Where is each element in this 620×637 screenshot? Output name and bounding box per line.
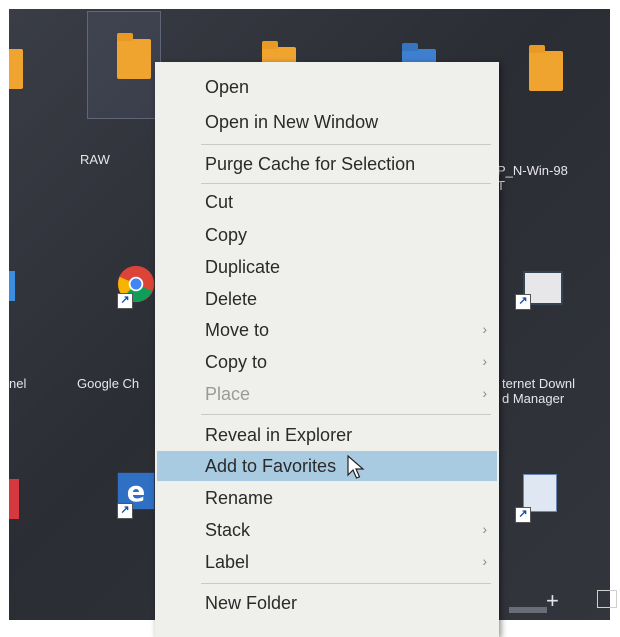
menu-item-add-to-favorites[interactable]: Add to Favorites xyxy=(157,451,497,481)
desktop-icon-label[interactable]: P_N-Win-98 T xyxy=(497,163,568,193)
chevron-right-icon: › xyxy=(482,521,487,537)
menu-item-purge-cache[interactable]: Purge Cache for Selection xyxy=(155,149,499,179)
menu-item-duplicate[interactable]: Duplicate xyxy=(155,252,499,282)
menu-item-label: Purge Cache for Selection xyxy=(205,154,416,174)
shortcut-arrow-icon: ↗ xyxy=(117,293,133,309)
menu-item-label: Stack xyxy=(205,520,251,540)
menu-item-label: Reveal in Explorer xyxy=(205,425,353,445)
taskbar-item[interactable] xyxy=(509,607,547,613)
menu-item-label: Open xyxy=(205,77,250,97)
menu-item-label: Rename xyxy=(205,488,274,508)
menu-item-label: Duplicate xyxy=(205,257,281,277)
menu-item-label: Move to xyxy=(205,320,270,340)
menu-item-label: Delete xyxy=(205,289,258,309)
folder-icon[interactable] xyxy=(529,45,563,91)
menu-item-label: Open in New Window xyxy=(205,112,379,132)
shortcut-arrow-icon: ↗ xyxy=(515,507,531,523)
folder-icon[interactable] xyxy=(117,33,151,79)
menu-item-move-to[interactable]: Move to › xyxy=(155,315,499,345)
menu-separator xyxy=(201,144,491,145)
context-menu: Open Open in New Window Purge Cache for … xyxy=(155,62,499,637)
menu-item-delete[interactable]: Delete xyxy=(155,284,499,314)
menu-item-label: Copy to xyxy=(205,352,268,372)
app-icon[interactable] xyxy=(9,479,19,519)
grid-icon[interactable] xyxy=(597,590,617,608)
menu-separator xyxy=(201,583,491,584)
chevron-right-icon: › xyxy=(482,353,487,369)
app-icon[interactable] xyxy=(9,271,15,301)
shortcut-arrow-icon: ↗ xyxy=(515,294,531,310)
chevron-right-icon: › xyxy=(482,553,487,569)
menu-item-stack[interactable]: Stack › xyxy=(155,515,499,545)
menu-item-label: Place xyxy=(205,384,251,404)
desktop-icon-label[interactable]: ternet Downl d Manager xyxy=(502,376,575,406)
desktop-icon-label[interactable]: nel xyxy=(9,376,26,391)
menu-item-place[interactable]: Place › xyxy=(155,379,499,409)
menu-item-new-folder[interactable]: New Folder xyxy=(155,588,499,618)
desktop-icon-label[interactable]: Google Ch xyxy=(77,376,139,391)
menu-item-label: Label xyxy=(205,552,250,572)
menu-item-cut[interactable]: Cut xyxy=(155,187,499,217)
menu-item-label: Copy xyxy=(205,225,248,245)
menu-item-copy-to[interactable]: Copy to › xyxy=(155,347,499,377)
shortcut-arrow-icon: ↗ xyxy=(117,503,133,519)
menu-item-label-submenu[interactable]: Label › xyxy=(155,547,499,577)
menu-item-label: Cut xyxy=(205,192,234,212)
desktop-icon-label[interactable]: RAW xyxy=(80,152,110,167)
menu-item-open[interactable]: Open xyxy=(155,72,499,102)
chevron-right-icon: › xyxy=(482,321,487,337)
chevron-right-icon: › xyxy=(482,385,487,401)
menu-separator xyxy=(201,183,491,184)
menu-separator xyxy=(201,414,491,415)
add-icon[interactable]: + xyxy=(546,588,559,614)
menu-item-label: Add to Favorites xyxy=(205,456,337,476)
menu-item-rename[interactable]: Rename xyxy=(155,483,499,513)
mouse-pointer-icon xyxy=(347,455,365,479)
menu-item-copy[interactable]: Copy xyxy=(155,220,499,250)
folder-icon[interactable] xyxy=(9,49,23,89)
menu-item-open-new-window[interactable]: Open in New Window xyxy=(155,107,499,137)
menu-item-reveal-in-explorer[interactable]: Reveal in Explorer xyxy=(155,420,499,450)
menu-item-label: New Folder xyxy=(205,593,298,613)
